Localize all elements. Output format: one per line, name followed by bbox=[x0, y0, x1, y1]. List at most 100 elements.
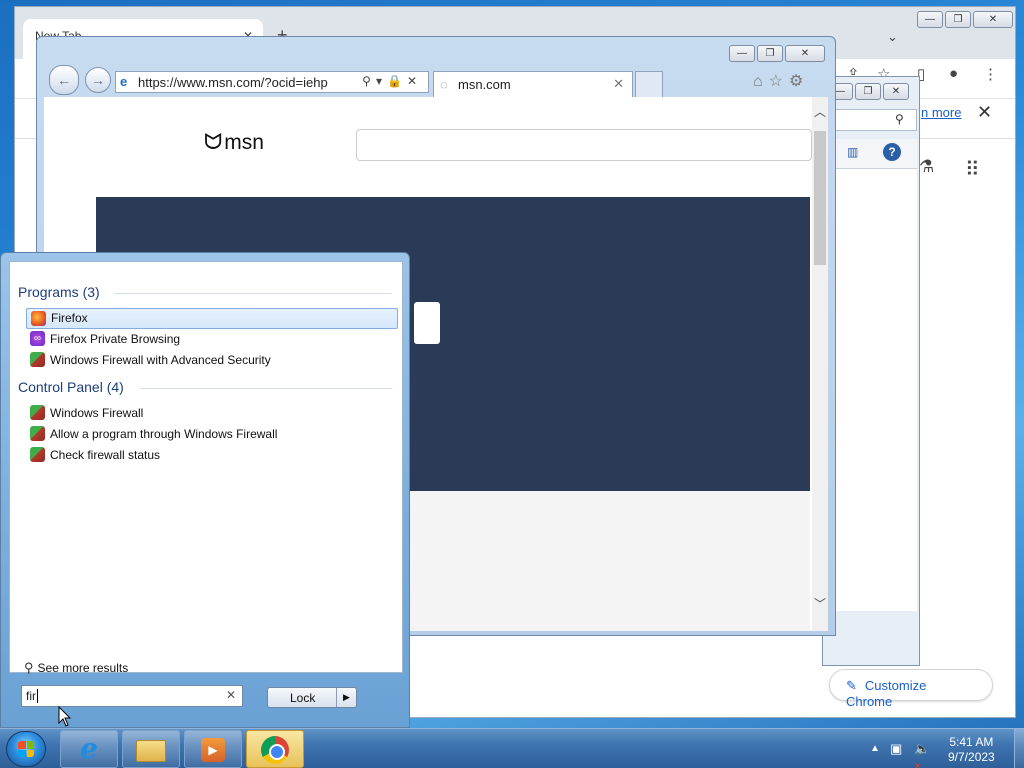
result-label: Firefox Private Browsing bbox=[50, 332, 181, 346]
scroll-thumb[interactable] bbox=[814, 131, 826, 265]
see-more-results-link[interactable]: ⚲ See more results bbox=[24, 660, 128, 676]
start-button[interactable] bbox=[6, 731, 46, 767]
close-window-icon[interactable]: ✕ bbox=[883, 83, 909, 100]
result-label: Windows Firewall bbox=[50, 406, 144, 420]
page-scrollbar[interactable]: ︿ ﹀ bbox=[812, 97, 828, 631]
taskbar-media-button[interactable]: ▶ bbox=[184, 730, 242, 768]
show-hidden-icons-icon[interactable]: ▲ bbox=[870, 743, 880, 754]
scroll-up-icon[interactable]: ︿ bbox=[814, 103, 826, 120]
lock-icon[interactable]: 🔒 bbox=[387, 74, 407, 88]
start-search-input[interactable]: fir ✕ bbox=[21, 685, 243, 707]
apps-grid-icon[interactable]: ⠿ bbox=[965, 157, 980, 182]
taskbar: e ▶ ▲ ▣ 🔈✕ 5:41 AM 9/7/2023 bbox=[0, 728, 1024, 768]
network-icon[interactable]: ▣ bbox=[890, 741, 902, 757]
divider bbox=[114, 293, 392, 294]
customize-chrome-button[interactable]: ✎ Customize Chrome bbox=[829, 669, 993, 709]
dropdown-icon[interactable]: ▾ bbox=[376, 74, 387, 88]
minimize-icon[interactable]: — bbox=[917, 11, 943, 28]
taskbar-ie-button[interactable]: e bbox=[60, 730, 118, 768]
address-text: https://www.msn.com/?ocid=iehp bbox=[138, 75, 328, 90]
more-menu-icon[interactable]: ⋮ bbox=[983, 65, 998, 83]
taskbar-explorer-button[interactable] bbox=[122, 730, 180, 768]
firewall-icon bbox=[30, 447, 45, 462]
scroll-down-icon[interactable]: ﹀ bbox=[814, 595, 826, 612]
mouse-cursor-icon bbox=[58, 706, 72, 727]
result-label: Check firewall status bbox=[50, 448, 161, 462]
close-window-icon[interactable]: ✕ bbox=[973, 11, 1013, 28]
maximize-icon[interactable]: ❐ bbox=[945, 11, 971, 28]
result-check-firewall[interactable]: Check firewall status bbox=[26, 445, 398, 466]
gear-icon[interactable]: ⚙ bbox=[789, 73, 809, 90]
customize-label: Customize Chrome bbox=[846, 678, 927, 709]
text-caret bbox=[37, 689, 38, 703]
result-label: Windows Firewall with Advanced Security bbox=[50, 353, 271, 367]
help-icon[interactable]: ? bbox=[883, 143, 901, 161]
content-area bbox=[823, 169, 917, 611]
close-icon[interactable]: ✕ bbox=[977, 102, 992, 123]
butterfly-icon: ᗢ bbox=[204, 129, 223, 154]
divider bbox=[140, 388, 392, 389]
back-button[interactable]: ← bbox=[49, 65, 79, 95]
msn-logo[interactable]: ᗢmsn bbox=[204, 129, 264, 155]
result-allow-program[interactable]: Allow a program through Windows Firewall bbox=[26, 424, 398, 445]
firewall-icon bbox=[30, 352, 45, 367]
profile-icon[interactable]: ● bbox=[949, 65, 958, 82]
volume-muted-icon[interactable]: 🔈✕ bbox=[914, 741, 930, 768]
result-label: Firefox bbox=[51, 311, 88, 325]
msn-search-input[interactable] bbox=[356, 129, 812, 161]
lock-button[interactable]: Lock ▶ bbox=[267, 687, 357, 708]
arrow-right-icon: → bbox=[91, 72, 105, 88]
clock-time: 5:41 AM bbox=[949, 735, 994, 749]
ie-right-tools: ⌂☆⚙ bbox=[753, 71, 809, 91]
start-menu: Programs (3) Firefox ∞ Firefox Private B… bbox=[0, 252, 410, 728]
close-icon[interactable]: ✕ bbox=[613, 76, 624, 92]
internet-explorer-icon: e bbox=[80, 732, 98, 765]
address-tools: ⚲▾🔒✕ bbox=[362, 74, 422, 88]
learn-more-link[interactable]: n more bbox=[921, 105, 961, 120]
search-icon[interactable]: ⚲ bbox=[895, 112, 904, 126]
ie-window-controls: — ❐ ✕ bbox=[729, 45, 825, 62]
search-input-value: fir bbox=[26, 689, 36, 703]
search-icon[interactable]: ⚲ bbox=[362, 74, 376, 88]
windows-logo-icon bbox=[18, 741, 34, 757]
lock-label: Lock bbox=[290, 691, 316, 705]
result-firefox-private[interactable]: ∞ Firefox Private Browsing bbox=[26, 329, 398, 350]
firefox-private-icon: ∞ bbox=[30, 331, 45, 346]
chrome-icon bbox=[261, 736, 289, 764]
address-bar[interactable]: e https://www.msn.com/?ocid=iehp ⚲▾🔒✕ bbox=[115, 71, 429, 93]
chrome-window-controls: — ❐ ✕ bbox=[917, 11, 1013, 28]
home-icon[interactable]: ⌂ bbox=[753, 73, 769, 90]
maximize-icon[interactable]: ❐ bbox=[855, 83, 881, 100]
ie-window-secondary: — ❐ ✕ ⚲ ▥ ? bbox=[822, 76, 920, 666]
result-firefox[interactable]: Firefox bbox=[26, 308, 398, 329]
start-results-pane: Programs (3) Firefox ∞ Firefox Private B… bbox=[9, 261, 403, 676]
ie-logo-icon: e bbox=[120, 74, 128, 89]
banner-button[interactable] bbox=[414, 302, 440, 344]
close-window-icon[interactable]: ✕ bbox=[785, 45, 825, 62]
result-label: Allow a program through Windows Firewall bbox=[50, 427, 278, 441]
clear-search-icon[interactable]: ✕ bbox=[226, 688, 236, 702]
folder-icon bbox=[136, 740, 166, 762]
minimize-icon[interactable]: — bbox=[729, 45, 755, 62]
result-windows-firewall[interactable]: Windows Firewall bbox=[26, 403, 398, 424]
firewall-icon bbox=[30, 405, 45, 420]
chevron-down-icon[interactable]: ⌄ bbox=[887, 29, 898, 45]
panel-icon[interactable]: ▥ bbox=[847, 145, 858, 159]
maximize-icon[interactable]: ❐ bbox=[757, 45, 783, 62]
new-tab-button[interactable] bbox=[635, 71, 663, 97]
labs-flask-icon[interactable]: ⚗ bbox=[919, 157, 934, 177]
taskbar-chrome-button[interactable] bbox=[246, 730, 304, 768]
window-controls: — ❐ ✕ bbox=[827, 83, 909, 100]
ie-tab[interactable]: ◌ msn.com ✕ bbox=[433, 71, 633, 97]
loading-icon: ◌ bbox=[440, 77, 448, 92]
msn-logo-text: msn bbox=[224, 131, 264, 154]
stop-icon[interactable]: ✕ bbox=[407, 74, 422, 88]
show-desktop-button[interactable] bbox=[1014, 729, 1024, 768]
favorites-star-icon[interactable]: ☆ bbox=[769, 73, 789, 90]
arrow-right-icon[interactable]: ▶ bbox=[336, 688, 356, 707]
clock[interactable]: 5:41 AM 9/7/2023 bbox=[948, 735, 995, 765]
result-firewall-advanced[interactable]: Windows Firewall with Advanced Security bbox=[26, 350, 398, 371]
search-icon: ⚲ bbox=[24, 660, 34, 675]
forward-button[interactable]: → bbox=[85, 67, 111, 93]
clock-date: 9/7/2023 bbox=[948, 750, 995, 764]
